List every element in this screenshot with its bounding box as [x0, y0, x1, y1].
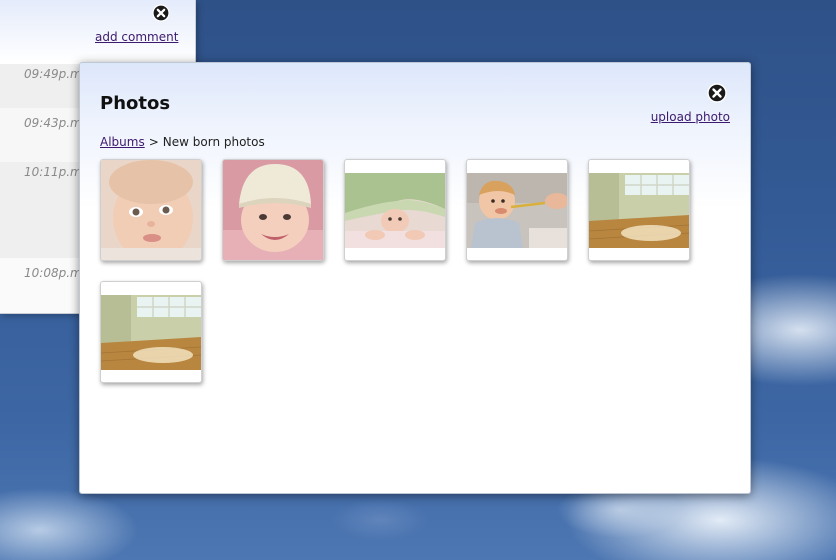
comment-time: 09:49p.m — [24, 67, 82, 81]
baby-in-hat-photo — [223, 160, 323, 260]
comment-time: 09:43p.m — [24, 116, 82, 130]
comment-time: 10:08p.m — [24, 266, 82, 280]
close-icon[interactable] — [707, 83, 727, 103]
breadcrumb-current: New born photos — [162, 135, 265, 149]
photo-thumbnail[interactable] — [344, 159, 446, 261]
close-icon[interactable] — [152, 4, 170, 22]
breadcrumb-separator: > — [148, 135, 159, 149]
photo-thumbnail[interactable] — [466, 159, 568, 261]
add-comment-link[interactable]: add comment — [95, 30, 178, 44]
comment-time: 10:11p.m — [24, 165, 82, 179]
photo-thumbnail[interactable] — [100, 281, 202, 383]
photo-thumbnail[interactable] — [100, 159, 202, 261]
dialog-title: Photos — [100, 93, 171, 114]
baby-eating-photo — [467, 173, 567, 248]
upload-photo-link[interactable]: upload photo — [651, 110, 730, 124]
empty-room-photo — [101, 295, 201, 370]
photo-thumbnail[interactable] — [588, 159, 690, 261]
photo-thumbnail[interactable] — [222, 159, 324, 261]
breadcrumb-albums-link[interactable]: Albums — [100, 135, 145, 149]
empty-room-photo — [589, 173, 689, 248]
baby-face-photo — [101, 160, 201, 260]
breadcrumb: Albums > New born photos — [100, 135, 265, 149]
photos-dialog: Photos upload photo Albums > New born phot… — [79, 62, 751, 494]
baby-under-blanket-photo — [345, 173, 445, 248]
